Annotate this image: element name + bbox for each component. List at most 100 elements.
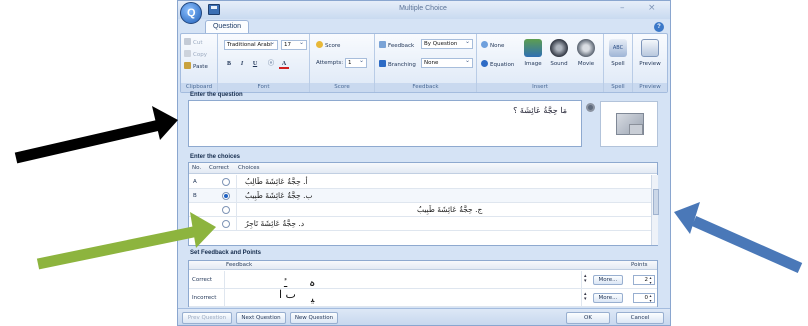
help-icon[interactable]: ?	[654, 22, 664, 32]
tab-question[interactable]: Question	[205, 20, 249, 33]
font-color-button[interactable]: A	[279, 59, 289, 69]
preview-group: Preview Preview	[633, 34, 667, 92]
app-menu-button[interactable]: Q	[180, 2, 202, 24]
dialog-footer: Prev Question Next Question New Question…	[178, 308, 670, 325]
choice-text: د. حِجَّةُ عَائِشَةَ تَاجِرٌ	[245, 219, 305, 228]
correct-radio[interactable]	[222, 220, 230, 228]
insert-group-label: Insert	[477, 83, 603, 92]
correct-radio[interactable]	[222, 178, 230, 186]
branching-select[interactable]: None	[421, 58, 473, 68]
prev-question-button[interactable]: Prev Question	[182, 312, 232, 324]
ribbon: Cut Copy Paste Clipboard Traditional Ara…	[180, 33, 668, 93]
col-feedback: Feedback	[226, 262, 253, 268]
spell-button[interactable]: ABC Spell	[605, 37, 631, 81]
feedback-row-label: Incorrect	[192, 295, 217, 301]
branching-button[interactable]: Branching	[379, 60, 416, 68]
branching-icon	[379, 60, 386, 67]
copy-button[interactable]: Copy	[184, 50, 207, 58]
attempts-stepper[interactable]: 1	[345, 58, 367, 68]
font-group-label: Font	[218, 83, 309, 92]
ok-button[interactable]: OK	[566, 312, 610, 324]
choices-scrollbar[interactable]	[651, 175, 659, 245]
feedback-table: Feedback Points Correct ▴▾ More... 2 Inc…	[188, 260, 658, 307]
feedback-mode-select[interactable]: By Question	[421, 39, 473, 49]
minimize-button[interactable]: –	[620, 3, 625, 13]
font-size-select[interactable]: 17	[281, 40, 307, 50]
feedback-spin-icon[interactable]: ▴ ▾	[584, 292, 587, 302]
insert-group: None Equation Image Sound Movie Insert	[477, 34, 604, 92]
correct-radio[interactable]	[222, 206, 230, 214]
question-input[interactable]: مَا حِجَّةُ عَائِشَةَ ؟	[188, 100, 582, 147]
choice-row[interactable]: ج. حِجَّةُ عَائِشَةَ طَبِيبٌ	[189, 203, 651, 217]
choice-input[interactable]: ب. حِجَّةُ عَائِشَةَ طَبِيبٌ	[236, 189, 651, 202]
image-button[interactable]: Image	[520, 37, 546, 81]
image-label: Image	[524, 61, 542, 67]
choice-input[interactable]: د. حِجَّةُ عَائِشَةَ تَاجِرٌ	[236, 217, 651, 230]
more-button[interactable]: More...	[593, 275, 623, 285]
highlight-icon[interactable]: ⦿	[266, 59, 276, 69]
feedback-input[interactable]	[224, 271, 582, 288]
question-media-box[interactable]	[600, 101, 658, 147]
choice-letter: B	[193, 193, 197, 199]
score-button[interactable]: Score	[316, 41, 340, 49]
choice-input[interactable]: أ. حِجَّةُ عَائِشَةَ طَالِبٌ	[236, 175, 651, 188]
choice-row[interactable]: د. حِجَّةُ عَائِشَةَ تَاجِرٌ	[189, 217, 651, 231]
feedback-section-label: Set Feedback and Points	[190, 250, 262, 256]
feedback-button[interactable]: Feedback	[379, 41, 414, 49]
bold-button[interactable]: B	[224, 59, 234, 69]
sound-label: Sound	[550, 61, 568, 67]
new-question-button[interactable]: New Question	[290, 312, 338, 324]
multiple-choice-window: Multiple Choice – × Q Question ? Cut Cop…	[177, 0, 671, 326]
handwriting-mark-icon: ہ	[309, 276, 316, 289]
choice-row[interactable]: B ب. حِجَّةُ عَائِشَةَ طَبِيبٌ	[189, 189, 651, 203]
more-button[interactable]: More...	[593, 293, 623, 303]
italic-button[interactable]: I	[237, 59, 247, 69]
preview-icon	[641, 39, 659, 57]
app-logo-icon: Q	[187, 7, 196, 19]
score-label: Score	[325, 43, 341, 49]
col-choices: Choices	[238, 165, 260, 171]
spell-group-label: Spell	[604, 83, 632, 92]
blue-arrow-shaft	[691, 215, 803, 274]
none-label: None	[490, 43, 505, 49]
cut-button[interactable]: Cut	[184, 38, 202, 46]
blue-arrow-head	[674, 202, 700, 234]
clipboard-group-label: Clipboard	[181, 83, 217, 92]
cancel-button[interactable]: Cancel	[616, 312, 664, 324]
choice-row[interactable]: A أ. حِجَّةُ عَائِشَةَ طَالِبٌ	[189, 175, 651, 189]
next-question-button[interactable]: Next Question	[236, 312, 286, 324]
choice-text: أ. حِجَّةُ عَائِشَةَ طَالِبٌ	[245, 177, 308, 186]
points-stepper[interactable]: 0	[633, 293, 655, 303]
sound-button[interactable]: Sound	[546, 37, 572, 81]
film-reel-icon	[577, 39, 595, 57]
feedback-row-incorrect: Incorrect ▴ ▾ More... 0	[189, 289, 657, 307]
close-button[interactable]: ×	[648, 3, 656, 13]
correct-radio[interactable]	[222, 192, 230, 200]
feedback-input[interactable]	[224, 289, 582, 306]
title-bar: Multiple Choice – ×	[178, 1, 670, 19]
question-section-label: Enter the question	[190, 92, 243, 98]
save-icon[interactable]	[208, 4, 220, 15]
green-arrow-shaft	[36, 225, 200, 270]
paste-button[interactable]: Paste	[184, 62, 208, 70]
copy-icon	[184, 50, 191, 57]
scissors-icon	[184, 38, 191, 45]
choice-input[interactable]: ج. حِجَّةُ عَائِشَةَ طَبِيبٌ	[236, 203, 651, 216]
black-arrow-head	[152, 106, 178, 140]
clipboard-group: Cut Copy Paste Clipboard	[181, 34, 218, 92]
choices-table: No. Correct Choices A أ. حِجَّةُ عَائِشَ…	[188, 162, 659, 246]
points-stepper[interactable]: 2	[633, 275, 655, 285]
underline-button[interactable]: U	[250, 59, 260, 69]
movie-button[interactable]: Movie	[573, 37, 599, 81]
question-options-icon[interactable]	[586, 103, 595, 112]
choices-section-label: Enter the choices	[190, 154, 241, 160]
font-family-select[interactable]: Traditional Arabi	[224, 40, 278, 50]
cut-label: Cut	[193, 40, 203, 46]
equation-button[interactable]: Equation	[481, 60, 514, 68]
feedback-spin-icon[interactable]: ▴ ▾	[584, 274, 587, 284]
feedback-group-label: Feedback	[375, 83, 476, 92]
handwriting-mark-icon: ٮ ﺍ	[279, 288, 296, 301]
image-icon	[524, 39, 542, 57]
none-button[interactable]: None	[481, 41, 504, 49]
preview-button[interactable]: Preview	[637, 37, 663, 81]
